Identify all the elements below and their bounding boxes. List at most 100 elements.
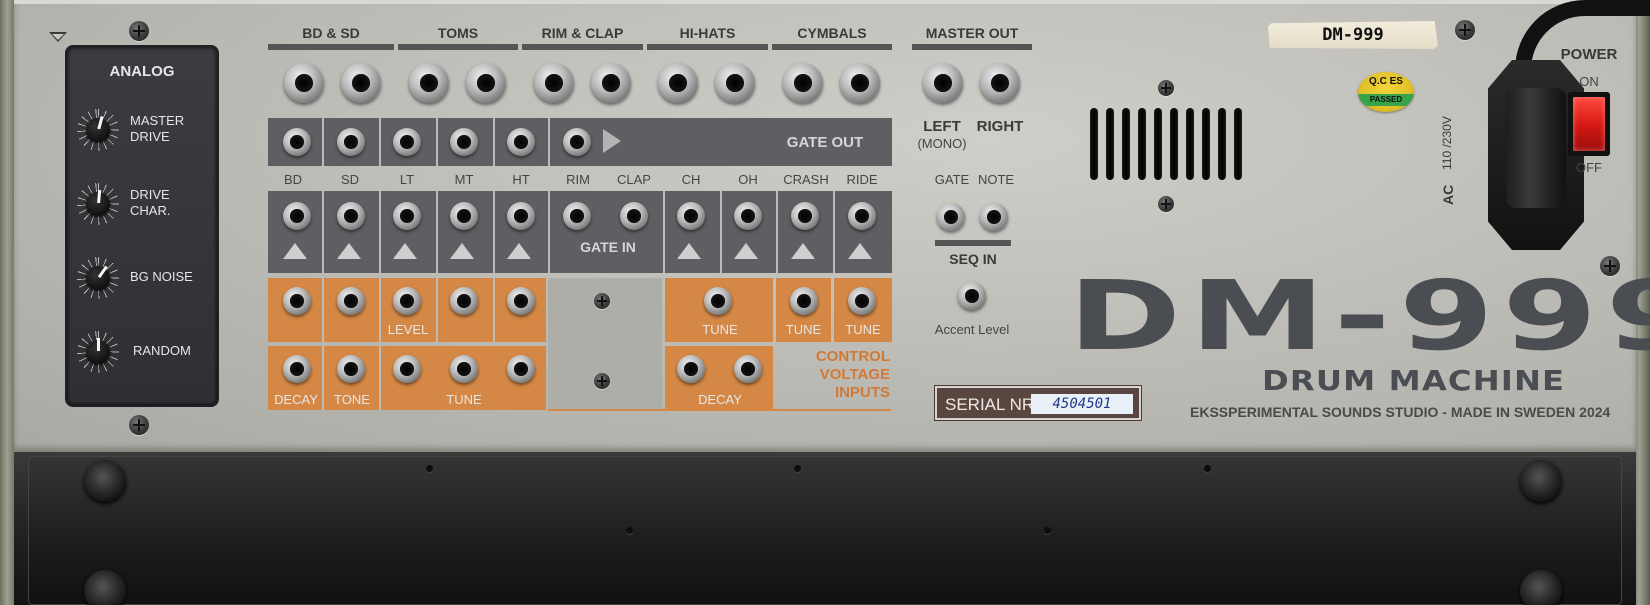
seq-bar <box>935 240 1011 246</box>
gate-in-jack[interactable] <box>337 202 365 230</box>
gate-out-jack[interactable] <box>450 128 478 156</box>
knob-label: CHAR. <box>130 203 171 218</box>
triangle-up-icon <box>848 243 872 259</box>
knob-label: MASTER <box>130 113 185 128</box>
gate-out-jack[interactable] <box>563 128 591 156</box>
group-bar <box>912 44 1032 50</box>
cv-inputs-label: CONTROL <box>815 348 890 365</box>
cv-in-jack[interactable] <box>337 287 365 315</box>
gate-in-label: GATE IN <box>580 239 636 255</box>
rubber-foot <box>1520 570 1562 605</box>
random-knob[interactable] <box>77 331 119 373</box>
gate-in-jack[interactable] <box>791 202 819 230</box>
gate-out-jack[interactable] <box>507 128 535 156</box>
gate-in-jack[interactable] <box>734 202 762 230</box>
cv-in-jack[interactable] <box>848 287 876 315</box>
channel-label: LT <box>399 172 415 187</box>
channel-label: RIM <box>566 172 590 187</box>
group-bar <box>772 44 892 50</box>
channel-label: HT <box>512 172 530 187</box>
channel-label: MT <box>454 172 474 187</box>
knob-label: BG NOISE <box>130 269 193 284</box>
gate-out-jack[interactable] <box>337 128 365 156</box>
master-left-jack[interactable] <box>923 63 963 103</box>
audio-out-jack[interactable] <box>591 63 631 103</box>
drive-char-knob[interactable] <box>77 183 119 225</box>
accent-level-jack[interactable] <box>958 282 986 310</box>
seq-note-jack[interactable] <box>980 203 1008 231</box>
gate-in-jack[interactable] <box>283 202 311 230</box>
tape-label: DM-999 <box>1268 21 1438 49</box>
gate-in-jack[interactable] <box>507 202 535 230</box>
group-label: HI-HATS <box>679 25 736 41</box>
audio-out-jack[interactable] <box>284 63 324 103</box>
cv-in-jack[interactable] <box>450 287 478 315</box>
seq-gate-jack[interactable] <box>937 203 965 231</box>
audio-out-jack[interactable] <box>534 63 574 103</box>
group-bar <box>268 44 394 50</box>
gate-in-jack[interactable] <box>620 202 648 230</box>
qc-sticker: Q.C ES PASSED <box>1358 72 1414 112</box>
cv-inputs-label: INPUTS <box>834 384 890 401</box>
group-label: CYMBALS <box>797 25 867 41</box>
audio-out-jack[interactable] <box>840 63 880 103</box>
knob-label: DRIVE <box>130 129 170 144</box>
power-on-label: ON <box>1579 74 1599 89</box>
channel-label: OH <box>738 172 758 187</box>
fold-toggle-icon[interactable] <box>49 32 67 42</box>
cv-in-jack[interactable] <box>790 287 818 315</box>
gate-in-jack[interactable] <box>848 202 876 230</box>
audio-out-jack[interactable] <box>715 63 755 103</box>
channel-label: CLAP <box>617 172 651 187</box>
gate-out-jack[interactable] <box>283 128 311 156</box>
gate-in-jack[interactable] <box>563 202 591 230</box>
cv-in-jack[interactable] <box>704 287 732 315</box>
gate-in-jack[interactable] <box>393 202 421 230</box>
triangle-up-icon <box>677 243 701 259</box>
master-drive-knob[interactable] <box>77 109 119 151</box>
analog-title: ANALOG <box>109 63 175 80</box>
group-label: RIM & CLAP <box>541 25 624 41</box>
cv-in-jack[interactable] <box>450 355 478 383</box>
cv-in-jack[interactable] <box>283 287 311 315</box>
bg-noise-knob[interactable] <box>77 257 119 299</box>
knob-label: RANDOM <box>133 343 191 358</box>
cv-inputs-label: VOLTAGE <box>819 366 890 383</box>
cv-in-jack[interactable] <box>507 287 535 315</box>
cv-in-jack[interactable] <box>507 355 535 383</box>
audio-out-jack[interactable] <box>783 63 823 103</box>
rubber-foot <box>84 570 126 605</box>
triangle-up-icon <box>734 243 758 259</box>
seq-in-label: SEQ IN <box>949 251 997 267</box>
tune-label: TUNE <box>446 392 482 407</box>
ac-label: AC <box>1440 184 1456 205</box>
voltage-label: 110 /230V <box>1440 116 1454 170</box>
gate-in-jack[interactable] <box>677 202 705 230</box>
cv-in-jack[interactable] <box>337 355 365 383</box>
master-right-jack[interactable] <box>980 63 1020 103</box>
decay-label: DECAY <box>274 392 318 407</box>
screw-icon <box>1158 196 1174 212</box>
triangle-up-icon <box>791 243 815 259</box>
chassis-bottom <box>14 452 1636 605</box>
group-bar <box>522 44 643 50</box>
audio-out-jack[interactable] <box>466 63 506 103</box>
serial-label: SERIAL NR <box>945 395 1035 414</box>
power-title: POWER <box>1560 46 1618 63</box>
decay-label: DECAY <box>698 392 742 407</box>
audio-out-jack[interactable] <box>341 63 381 103</box>
gate-in-jack[interactable] <box>450 202 478 230</box>
audio-out-jack[interactable] <box>409 63 449 103</box>
cv-in-jack[interactable] <box>283 355 311 383</box>
cv-in-jack[interactable] <box>677 355 705 383</box>
audio-out-jack[interactable] <box>658 63 698 103</box>
device-subtitle: DRUM MACHINE <box>1262 364 1566 397</box>
cv-in-jack[interactable] <box>393 355 421 383</box>
qc-passed: PASSED <box>1358 94 1414 106</box>
power-switch[interactable] <box>1568 92 1610 156</box>
gate-out-jack[interactable] <box>393 128 421 156</box>
level-label: LEVEL <box>387 322 429 337</box>
cv-in-jack[interactable] <box>734 355 762 383</box>
tone-label: TONE <box>334 392 370 407</box>
cv-in-jack[interactable] <box>393 287 421 315</box>
